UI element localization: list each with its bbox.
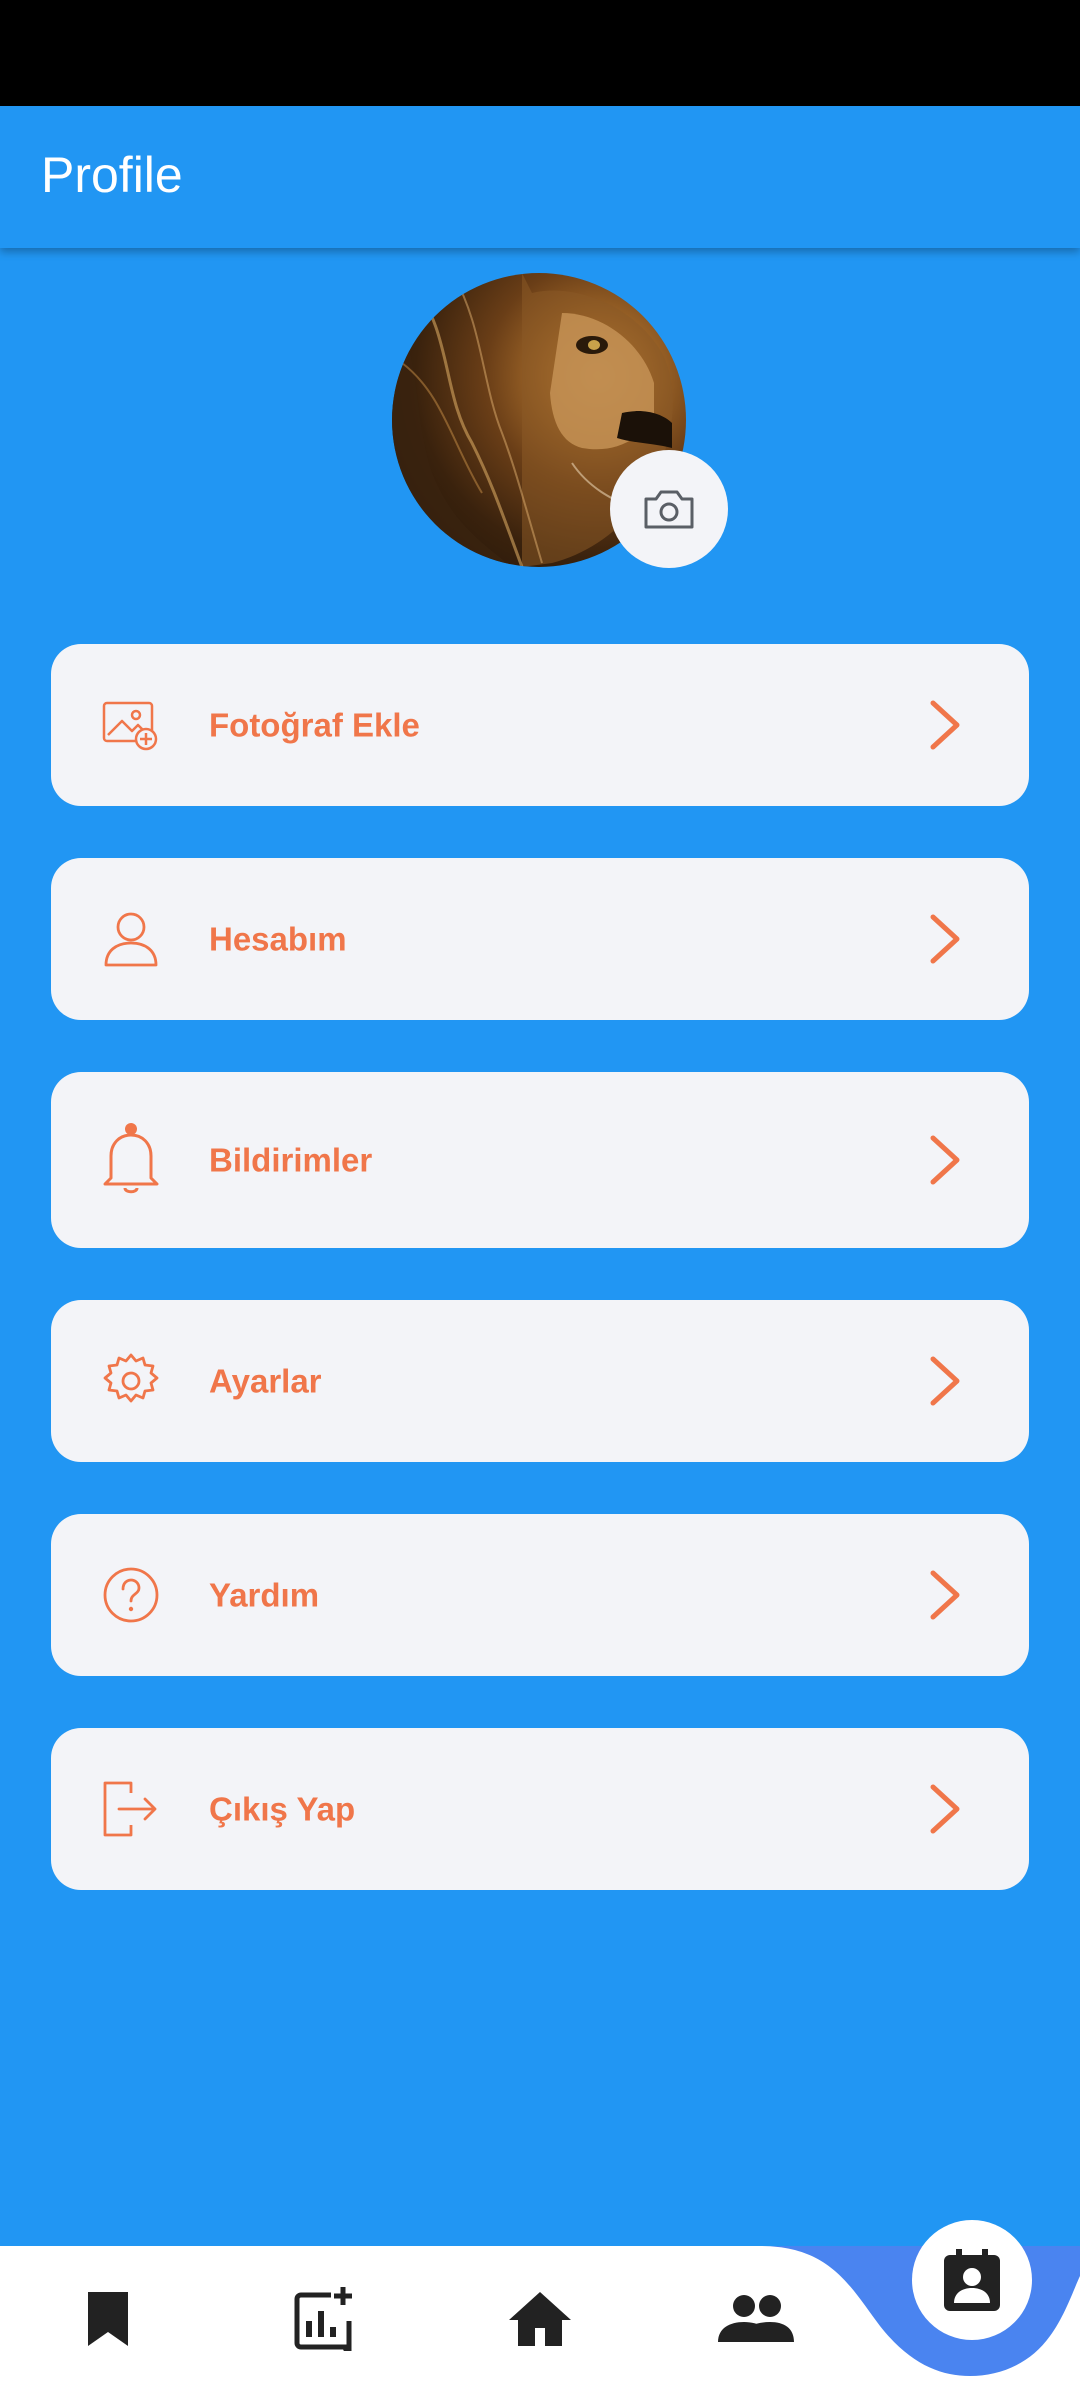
people-icon (718, 2295, 794, 2342)
bookmark-icon (88, 2292, 128, 2346)
menu-item-label: Fotoğraf Ekle (209, 706, 420, 744)
gear-icon (99, 1349, 163, 1413)
home-icon (509, 2292, 571, 2346)
logout-icon (99, 1777, 163, 1841)
chevron-right-icon (930, 914, 960, 964)
chevron-right-icon (930, 1356, 960, 1406)
menu-item-label: Hesabım (209, 920, 347, 958)
nav-bookmarks[interactable] (68, 2278, 148, 2358)
status-bar (0, 0, 1080, 106)
camera-icon (644, 490, 694, 529)
chevron-right-icon (930, 700, 960, 750)
menu-item-notifications[interactable]: Bildirimler (51, 1072, 1029, 1248)
bell-icon (99, 1123, 163, 1194)
chevron-right-icon (930, 1784, 960, 1834)
help-icon (99, 1563, 163, 1627)
menu-item-logout[interactable]: Çıkış Yap (51, 1728, 1029, 1890)
page-title: Profile (41, 147, 183, 203)
user-icon (99, 907, 163, 971)
nav-profile[interactable] (912, 2220, 1032, 2340)
change-photo-button[interactable] (610, 450, 728, 568)
chevron-right-icon (930, 1135, 960, 1185)
menu-item-label: Yardım (209, 1576, 320, 1614)
menu-item-label: Bildirimler (209, 1141, 373, 1179)
menu-item-label: Çıkış Yap (209, 1790, 356, 1828)
nav-people[interactable] (716, 2278, 796, 2358)
nav-home[interactable] (500, 2278, 580, 2358)
app-bar: Profile (0, 106, 1080, 248)
nav-add-chart[interactable] (284, 2278, 364, 2358)
bottom-navigation (0, 2220, 1080, 2400)
chevron-right-icon (930, 1570, 960, 1620)
menu-item-account[interactable]: Hesabım (51, 858, 1029, 1020)
menu-item-help[interactable]: Yardım (51, 1514, 1029, 1676)
add-photo-icon (99, 693, 163, 757)
add-chart-icon (294, 2287, 352, 2351)
contact-calendar-icon (944, 2249, 1000, 2311)
menu-item-settings[interactable]: Ayarlar (51, 1300, 1029, 1462)
menu-item-add-photo[interactable]: Fotoğraf Ekle (51, 644, 1029, 806)
menu-item-label: Ayarlar (209, 1362, 322, 1400)
